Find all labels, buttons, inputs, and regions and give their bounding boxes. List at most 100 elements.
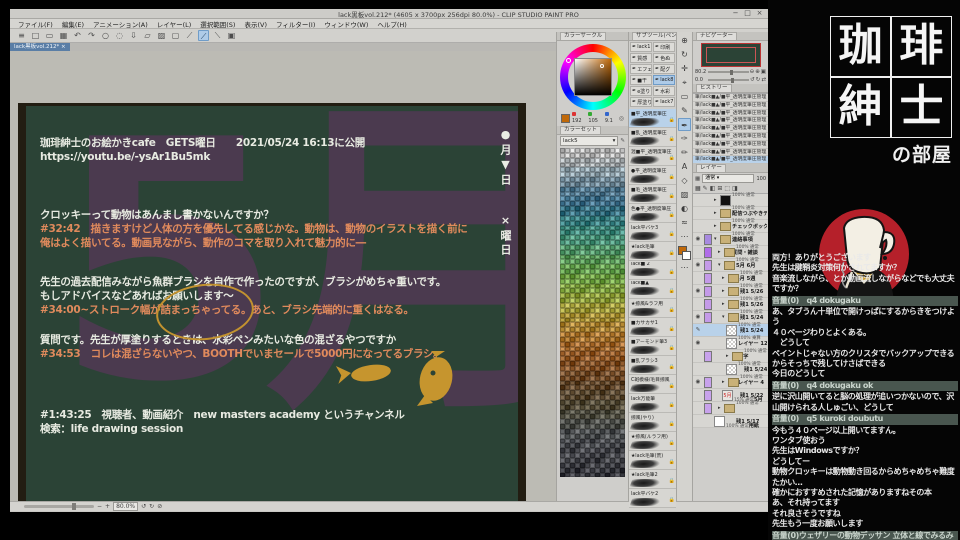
history-row[interactable]: 筆/lack■▲/■平_透明度筆圧管理 xyxy=(693,125,768,133)
history-row[interactable]: 筆/lack■▲/■平_透明度筆圧管理 xyxy=(693,94,768,102)
subtool-item[interactable]: ✒ 質感 xyxy=(630,53,652,63)
subtool-item[interactable]: ✒ e塗り xyxy=(630,86,652,96)
tool-icon[interactable]: ✎ xyxy=(678,104,691,117)
zoom-in-icon[interactable]: + xyxy=(105,503,110,510)
folder-toggle-icon[interactable]: ▸ xyxy=(726,353,731,359)
brush-row[interactable]: ★lack毛筆2 🔒 xyxy=(629,470,676,489)
sv-square[interactable] xyxy=(573,58,612,96)
tab-subtool[interactable]: サブツール(ペン) xyxy=(632,32,676,40)
layer-visibility-icon[interactable]: ◉ xyxy=(693,262,703,268)
document-tab[interactable]: lack黒板vol.212* × xyxy=(10,43,70,51)
folder-toggle-icon[interactable]: ▸ xyxy=(722,288,727,294)
layer-visibility-icon[interactable]: ◉ xyxy=(693,314,703,320)
brush-row[interactable]: ■カサカサ1 🔒 xyxy=(629,318,676,337)
tool-icon[interactable]: A xyxy=(678,160,691,173)
toolbar-icon[interactable]: ↶ xyxy=(72,30,83,41)
layer-toolbar-icon[interactable]: ▦ xyxy=(695,185,701,192)
toolbar-icon[interactable]: ⇩ xyxy=(128,30,139,41)
subtool-item[interactable]: ✒ エフェ xyxy=(630,64,652,74)
tab-navigator[interactable]: ナビゲーター xyxy=(696,32,738,40)
toolbar-icon[interactable]: ▦ xyxy=(58,30,69,41)
folder-toggle-icon[interactable]: ▾ xyxy=(714,236,719,242)
layer-toolbar-icon[interactable]: ◧ xyxy=(710,185,716,192)
flip-icon[interactable]: ⇄ xyxy=(761,77,766,83)
brush-row[interactable]: 色●平_透明度筆圧 🔒 xyxy=(629,204,676,223)
tool-icon[interactable]: ◇ xyxy=(678,174,691,187)
menu-item[interactable]: ウィンドウ(W) xyxy=(324,19,368,29)
tab-history[interactable]: ヒストリー xyxy=(696,84,732,92)
foreground-color-swatch[interactable] xyxy=(561,113,570,123)
toolbar-icon[interactable]: ⟋ xyxy=(198,30,209,41)
history-row[interactable]: 筆/lack■▲/■平_透明度筆圧管理 xyxy=(693,132,768,141)
toolbar-icon[interactable]: ○ xyxy=(100,30,111,41)
maximize-button[interactable]: □ xyxy=(743,9,752,18)
blackboard-canvas[interactable]: 5月 珈琲紳士のお絵かきcafe GETS曜日 2021/05/24 16:13… xyxy=(18,103,526,508)
toolbar-icon[interactable]: ▨ xyxy=(156,30,167,41)
color-swatch[interactable] xyxy=(620,472,625,478)
more-tools-icon[interactable]: ⋯ xyxy=(678,261,691,274)
menu-item[interactable]: レイヤー(L) xyxy=(157,19,192,29)
tool-icon[interactable]: ⌖ xyxy=(678,76,691,89)
colorset-edit-icon[interactable]: ✎ xyxy=(620,138,625,144)
toolbar-icon[interactable]: □ xyxy=(30,30,41,41)
subtool-item[interactable]: ✒ 配グ xyxy=(653,64,675,74)
folder-toggle-icon[interactable]: ▾ xyxy=(718,262,723,268)
layer-visibility-icon[interactable]: ◉ xyxy=(693,236,703,242)
brush-row[interactable]: ■平_透明度筆圧 🔒 xyxy=(629,109,676,128)
zoom-out-icon[interactable]: ⊖ xyxy=(750,69,755,75)
navigator-rotate-slider[interactable] xyxy=(708,77,750,83)
layer-toolbar-icon[interactable]: ⊞ xyxy=(717,185,722,192)
navigator-thumbnail[interactable] xyxy=(700,43,761,67)
brush-row[interactable]: ★掠風&ラフ用 🔒 xyxy=(629,299,676,318)
tab-layers[interactable]: レイヤー xyxy=(696,164,726,173)
folder-toggle-icon[interactable]: ▸ xyxy=(718,405,723,411)
history-row[interactable]: 筆/lack■▲/■平_透明度筆圧管理 xyxy=(693,101,768,110)
tool-icon[interactable]: ⋯ xyxy=(678,230,691,243)
history-row[interactable]: 筆/lack■▲/■平_透明度筆圧管理 xyxy=(693,156,768,165)
layer-visibility-icon[interactable]: ◉ xyxy=(693,379,703,385)
tab-color-set[interactable]: カラーセット xyxy=(560,126,602,134)
tab-color-circle[interactable]: カラーサークル xyxy=(560,32,607,40)
toolbar-icon[interactable]: ⟋ xyxy=(184,30,195,41)
tool-icon[interactable]: ▨ xyxy=(678,188,691,201)
menu-item[interactable]: 表示(V) xyxy=(244,19,267,29)
menu-item[interactable]: ヘルプ(H) xyxy=(377,19,406,29)
brush-row[interactable]: ■毛_透明度筆圧 🔒 xyxy=(629,185,676,204)
layer-row[interactable]: 100% 通常用紙 xyxy=(693,415,768,429)
folder-toggle-icon[interactable]: ▸ xyxy=(722,379,727,385)
brush-row[interactable]: 掠風(やり) 🔒 xyxy=(629,413,676,432)
subtool-item[interactable]: ✒ lack1 xyxy=(630,42,652,52)
brush-row[interactable]: lack■▲ 🔒 xyxy=(629,280,676,299)
subtool-item[interactable]: ✒ lack8 xyxy=(653,75,675,85)
close-button[interactable]: × xyxy=(755,9,764,18)
folder-toggle-icon[interactable]: ▸ xyxy=(718,249,723,255)
subtool-item[interactable]: ✒ ■干 xyxy=(630,75,652,85)
menu-item[interactable]: 編集(E) xyxy=(62,19,84,29)
history-row[interactable]: 筆/lack■▲/■平_透明度筆圧管理 xyxy=(693,148,768,157)
menu-item[interactable]: アニメーション(A) xyxy=(93,19,148,29)
folder-toggle-icon[interactable]: ▾ xyxy=(722,314,727,320)
brush-row[interactable]: ■乱ブラシ3 🔒 xyxy=(629,356,676,375)
color-settings-icon[interactable]: ◎ xyxy=(619,115,624,122)
fg-bg-color-swatches[interactable] xyxy=(678,246,691,260)
zoom-in-icon[interactable]: ⊕ xyxy=(755,69,760,75)
layer-visibility-icon[interactable]: ✎ xyxy=(693,327,703,333)
brush-row[interactable]: lack万能筆 🔒 xyxy=(629,394,676,413)
minimize-button[interactable]: − xyxy=(731,9,740,18)
tool-icon[interactable]: ◐ xyxy=(678,202,691,215)
subtool-item[interactable]: ✒ 水彩 xyxy=(653,86,675,96)
rotate-right-icon[interactable]: ↻ xyxy=(149,503,154,510)
tool-icon[interactable]: ✏ xyxy=(678,146,691,159)
brush-row[interactable]: ★lack毛筆 🔒 xyxy=(629,242,676,261)
brush-row[interactable]: ■乱_透明度筆圧 🔒 xyxy=(629,128,676,147)
navigator-zoom-slider[interactable] xyxy=(708,69,749,75)
canvas-area[interactable]: 5月 珈琲紳士のお絵かきcafe GETS曜日 2021/05/24 16:13… xyxy=(10,51,556,508)
zoom-slider[interactable] xyxy=(24,503,94,510)
tool-icon[interactable]: ▭ xyxy=(678,90,691,103)
toolbar-icon[interactable]: ◌ xyxy=(114,30,125,41)
subtool-item[interactable]: ✒ 厚塗り xyxy=(630,97,652,107)
layer-visibility-icon[interactable]: ◉ xyxy=(693,340,703,346)
background-color-swatch[interactable] xyxy=(682,251,691,260)
brush-row[interactable]: lack平バケ2 🔒 xyxy=(629,489,676,508)
folder-toggle-icon[interactable]: ▸ xyxy=(714,197,719,203)
